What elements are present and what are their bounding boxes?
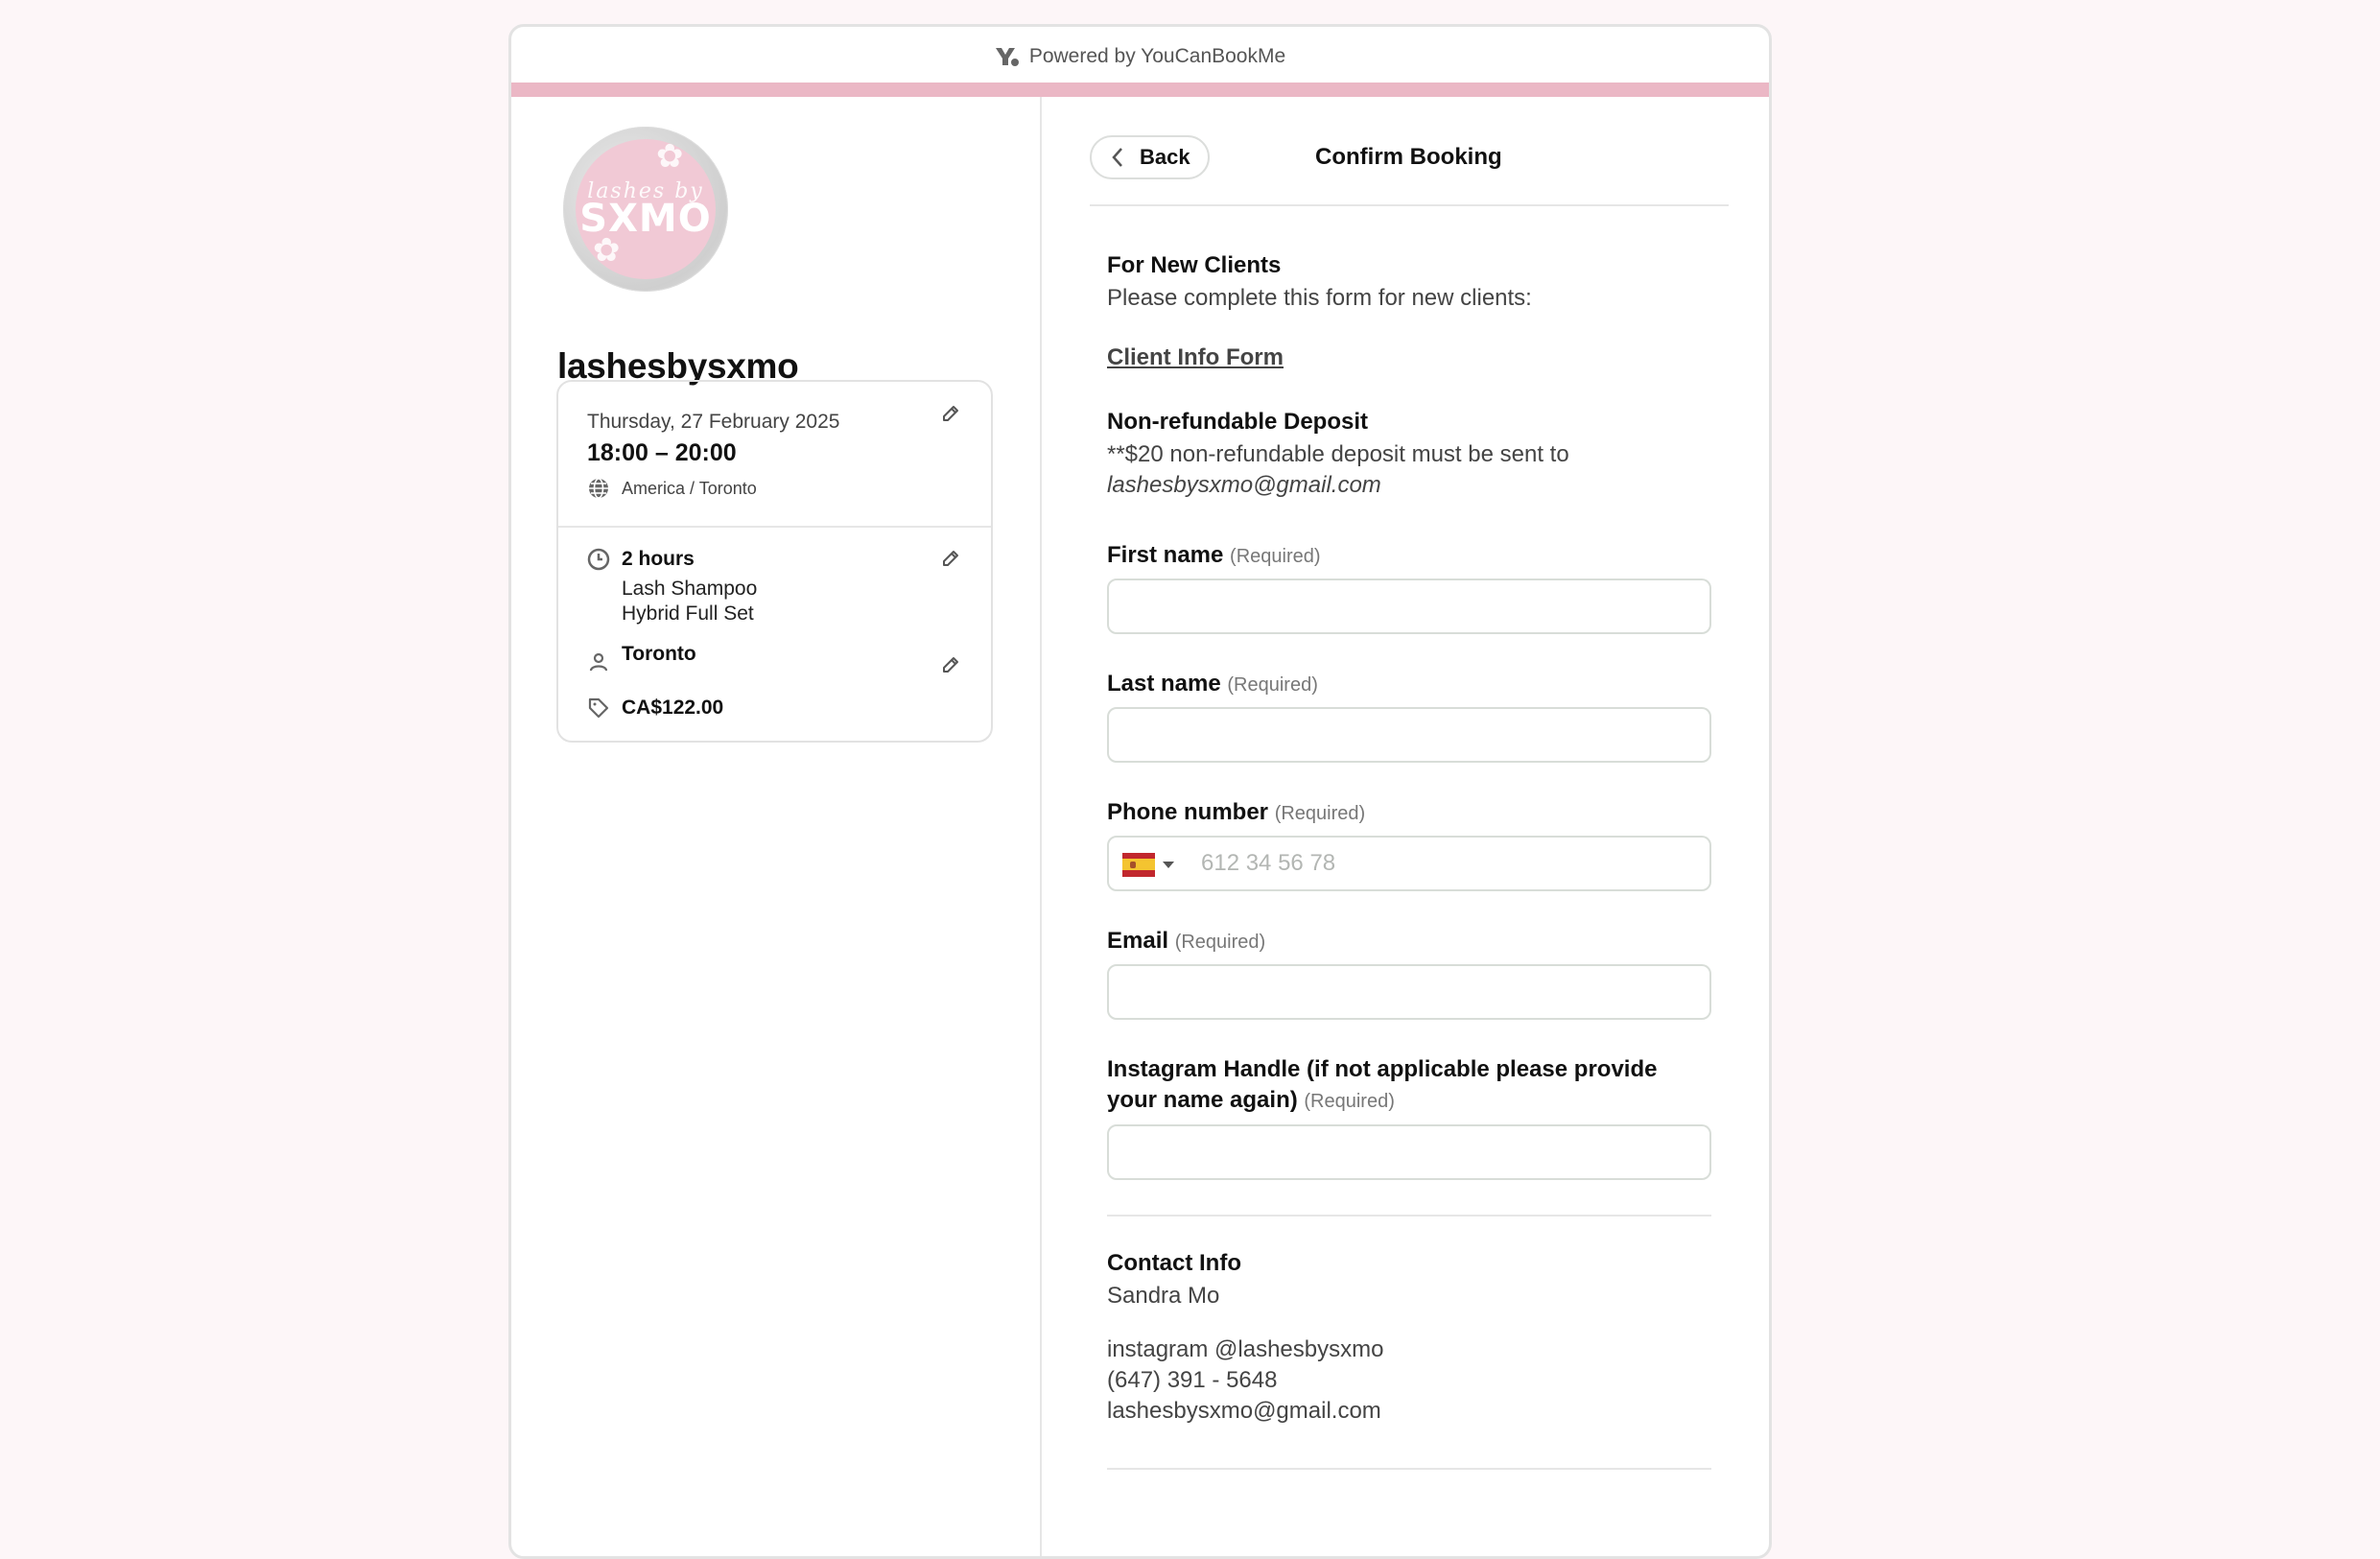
contact-info-section: Contact Info Sandra Mo instagram @lashes… (1107, 1250, 1711, 1427)
service-item: Lash Shampoo (622, 578, 758, 600)
booking-date: Thursday, 27 February 2025 (587, 411, 840, 433)
email-label: Email (Required) (1107, 926, 1711, 957)
required-tag: (Required) (1227, 674, 1318, 696)
deposit-heading: Non-refundable Deposit (1107, 409, 1369, 435)
first-name-label-text: First name (1107, 542, 1224, 568)
timezone[interactable]: America / Toronto (587, 477, 757, 500)
required-tag: (Required) (1230, 546, 1321, 567)
price-row: CA$122.00 (587, 697, 723, 720)
datetime-section: Thursday, 27 February 2025 18:00 – 20:00… (558, 382, 991, 528)
section-divider (1107, 1215, 1711, 1216)
caret-down-icon (1163, 861, 1174, 868)
logo-text: SXMO (579, 197, 712, 241)
column-divider (1040, 97, 1042, 1556)
required-tag: (Required) (1174, 932, 1266, 953)
instagram-label: Instagram Handle (if not applicable plea… (1107, 1054, 1702, 1117)
contact-name: Sandra Mo (1107, 1283, 1220, 1309)
new-clients-heading: For New Clients (1107, 252, 1282, 278)
chevron-left-icon (1112, 148, 1122, 167)
booking-panel: Powered by YouCanBookMe ✿ ✿ lashes by SX… (508, 24, 1772, 1559)
back-label: Back (1140, 145, 1190, 169)
email-label-text: Email (1107, 928, 1169, 954)
contact-email: lashesbysxmo@gmail.com (1107, 1398, 1381, 1424)
spain-flag-icon (1122, 852, 1155, 877)
youcanbookme-logo-icon (995, 48, 1019, 66)
booking-summary-card: Thursday, 27 February 2025 18:00 – 20:00… (556, 380, 993, 743)
edit-service-pencil-icon[interactable] (940, 548, 961, 569)
country-selector[interactable] (1122, 851, 1174, 878)
phone-label: Phone number (Required) (1107, 797, 1711, 829)
first-name-input[interactable] (1107, 579, 1711, 634)
header-divider (1090, 204, 1729, 206)
instagram-input[interactable] (1107, 1124, 1711, 1180)
brand-bar (511, 83, 1769, 97)
price: CA$122.00 (622, 697, 724, 719)
client-info-form-link[interactable]: Client Info Form (1107, 344, 1284, 370)
powered-by-banner[interactable]: Powered by YouCanBookMe (511, 40, 1769, 73)
powered-by-text: Powered by YouCanBookMe (1028, 45, 1286, 67)
first-name-label: First name (Required) (1107, 540, 1711, 572)
phone-label-text: Phone number (1107, 799, 1269, 825)
new-clients-section: For New Clients Please complete this for… (1107, 252, 1711, 314)
phone-field (1107, 836, 1711, 891)
flower-icon: ✿ (656, 139, 684, 175)
service-row: 2 hours Lash Shampoo Hybrid Full Set (587, 548, 757, 626)
location: Toronto (622, 643, 696, 665)
location-row: Toronto (587, 643, 696, 673)
last-name-label: Last name (Required) (1107, 669, 1711, 700)
booking-time: 18:00 – 20:00 (587, 439, 737, 466)
price-tag-icon (588, 697, 609, 719)
duration: 2 hours (622, 548, 695, 570)
new-clients-text: Please complete this form for new client… (1107, 285, 1532, 311)
deposit-text: **$20 non-refundable deposit must be sen… (1107, 441, 1569, 467)
service-item: Hybrid Full Set (622, 602, 754, 625)
last-name-input[interactable] (1107, 707, 1711, 763)
timezone-text: America / Toronto (622, 478, 757, 498)
page-title: Confirm Booking (1315, 144, 1502, 170)
section-divider (1107, 1468, 1711, 1470)
required-tag: (Required) (1274, 803, 1366, 824)
client-info-form-link-row: Client Info Form (1107, 344, 1711, 371)
edit-location-pencil-icon[interactable] (940, 654, 961, 675)
deposit-email: lashesbysxmo@gmail.com (1107, 472, 1381, 498)
last-name-label-text: Last name (1107, 671, 1221, 697)
business-logo: ✿ ✿ lashes by SXMO (563, 127, 728, 292)
globe-icon (589, 478, 608, 499)
phone-input[interactable] (1199, 838, 1700, 889)
email-input[interactable] (1107, 964, 1711, 1020)
clock-icon (587, 548, 610, 571)
contact-phone: (647) 391 - 5648 (1107, 1367, 1278, 1393)
edit-datetime-pencil-icon[interactable] (940, 403, 961, 424)
required-tag: (Required) (1304, 1091, 1395, 1112)
deposit-section: Non-refundable Deposit **$20 non-refunda… (1107, 409, 1711, 501)
contact-heading: Contact Info (1107, 1250, 1241, 1276)
person-icon (589, 652, 608, 672)
back-button[interactable]: Back (1090, 135, 1210, 179)
contact-instagram: instagram @lashesbysxmo (1107, 1336, 1384, 1362)
